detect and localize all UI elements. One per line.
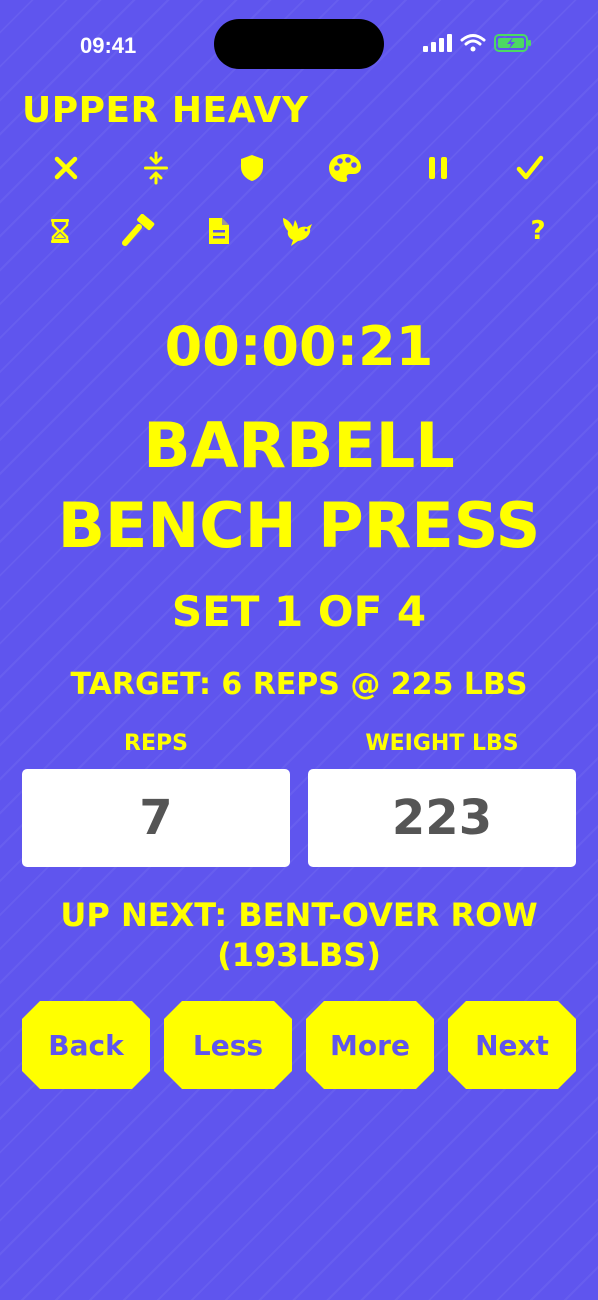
help-icon[interactable]: ? (508, 209, 568, 253)
hourglass-icon[interactable] (30, 209, 90, 253)
palette-icon[interactable] (315, 146, 375, 190)
back-button[interactable]: Back (22, 1001, 150, 1089)
close-icon[interactable] (36, 146, 96, 190)
weight-label: WEIGHT LBS (365, 731, 519, 756)
exercise-name: BARBELL BENCH PRESS (0, 406, 598, 566)
checkmark-icon[interactable] (500, 146, 560, 190)
up-next-line-1: UP NEXT: BENT-OVER ROW (60, 896, 538, 934)
more-button[interactable]: More (306, 1001, 434, 1089)
battery-icon (494, 33, 532, 53)
reps-input[interactable] (22, 769, 290, 867)
less-button[interactable]: Less (164, 1001, 292, 1089)
toolbar-empty-slot (348, 209, 408, 253)
toolbar-row-1 (36, 146, 566, 190)
status-time: 09:41 (80, 33, 137, 58)
workout-title: UPPER HEAVY (22, 90, 309, 131)
compress-icon[interactable] (126, 146, 186, 190)
up-next-label: UP NEXT: BENT-OVER ROW (193LBS) (0, 895, 598, 975)
weight-input[interactable] (308, 769, 576, 867)
pause-icon[interactable] (408, 146, 468, 190)
up-next-line-2: (193LBS) (217, 936, 381, 974)
workout-timer: 00:00:21 (164, 315, 434, 378)
document-icon[interactable] (189, 209, 249, 253)
exercise-name-line-2: BENCH PRESS (57, 489, 541, 562)
toolbar-row-2: ? (36, 209, 566, 253)
wifi-icon (460, 33, 486, 53)
set-counter: SET 1 OF 4 (171, 587, 427, 636)
shield-icon[interactable] (222, 146, 282, 190)
status-bar: 09:41 (0, 0, 598, 90)
exercise-name-line-1: BARBELL (143, 409, 455, 482)
status-icons (422, 33, 532, 53)
target-label: TARGET: 6 REPS @ 225 LBS (70, 667, 528, 702)
next-button[interactable]: Next (448, 1001, 576, 1089)
bird-icon[interactable] (268, 209, 328, 253)
reps-label: REPS (124, 731, 188, 756)
cellular-signal-icon (422, 33, 452, 53)
hammer-icon[interactable] (109, 209, 169, 253)
dynamic-island (214, 19, 384, 69)
